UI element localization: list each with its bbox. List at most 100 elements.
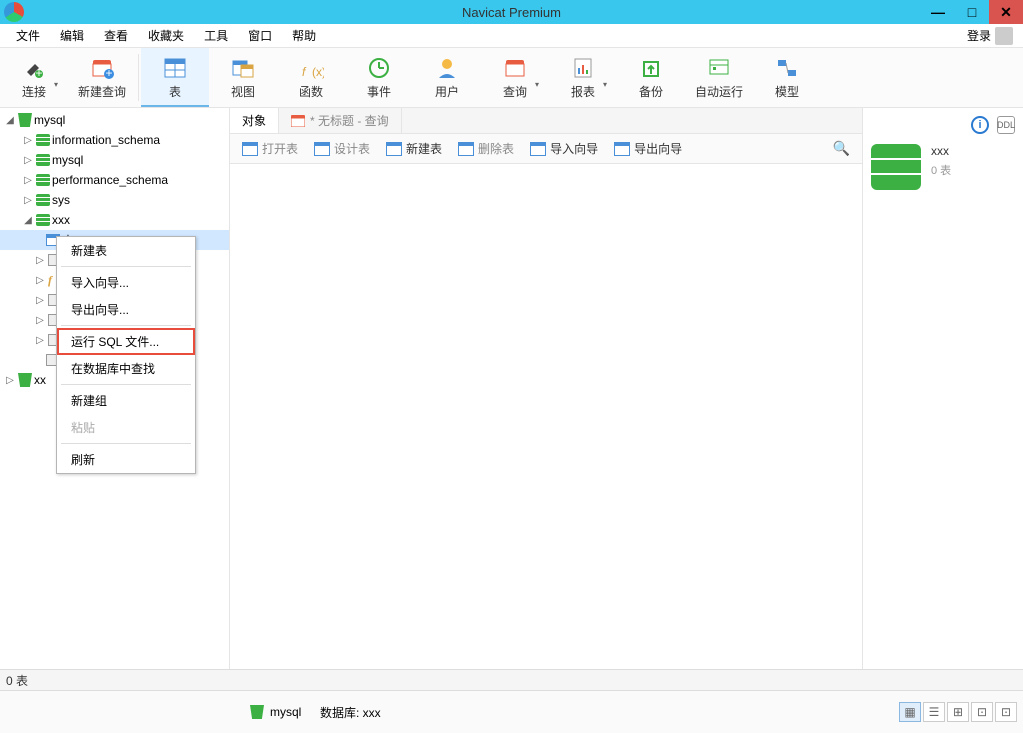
toolbar-model[interactable]: 模型 (753, 48, 821, 107)
close-button[interactable]: ✕ (989, 0, 1023, 24)
ctx-import-wizard[interactable]: 导入向导... (57, 269, 195, 296)
model-icon (774, 56, 800, 80)
minimize-button[interactable]: — (921, 0, 955, 24)
obj-export-wizard[interactable]: 导出向导 (608, 138, 688, 159)
tab-objects[interactable]: 对象 (230, 108, 279, 133)
tree-label: mysql (52, 153, 83, 167)
calendar-plus-icon: + (89, 56, 115, 80)
ctx-refresh[interactable]: 刷新 (57, 446, 195, 473)
ctx-run-sql-file[interactable]: 运行 SQL 文件... (57, 328, 195, 355)
toolbar-connect-label: 连接 (22, 83, 46, 100)
app-icon (4, 2, 24, 22)
connection-tree: ◢mysql ▷information_schema ▷mysql ▷perfo… (0, 108, 230, 669)
ctx-export-wizard[interactable]: 导出向导... (57, 296, 195, 323)
obj-new-table[interactable]: 新建表 (380, 138, 448, 159)
menu-tools[interactable]: 工具 (194, 24, 238, 47)
tree-db-information-schema[interactable]: ▷information_schema (0, 130, 229, 150)
login-label: 登录 (967, 27, 991, 44)
tree-db-mysql[interactable]: ▷mysql (0, 150, 229, 170)
menu-bar: 文件 编辑 查看 收藏夹 工具 窗口 帮助 登录 (0, 24, 1023, 48)
status-bar-main: mysql 数据库: xxx ▦ ☰ ⊞ ⊡ ⊡ (0, 691, 1023, 733)
view-detail-button[interactable]: ⊞ (947, 702, 969, 722)
report-icon (570, 56, 596, 80)
tree-label: performance_schema (52, 173, 168, 187)
table-icon (242, 142, 258, 156)
tab-untitled-query[interactable]: * 无标题 - 查询 (279, 108, 402, 133)
ctx-find-in-db[interactable]: 在数据库中查找 (57, 355, 195, 382)
tree-conn-mysql[interactable]: ◢mysql (0, 110, 229, 130)
toolbar-user[interactable]: 用户 (413, 48, 481, 107)
toolbar-autorun-label: 自动运行 (695, 83, 743, 100)
login-area[interactable]: 登录 (967, 27, 1017, 45)
obj-design-table[interactable]: 设计表 (308, 138, 376, 159)
search-icon[interactable]: 🔍 (833, 140, 856, 157)
toolbar-query[interactable]: ▾ 查询 (481, 48, 549, 107)
center-panel: 对象 * 无标题 - 查询 打开表 设计表 新建表 删除表 导入向导 导出向导 … (230, 108, 863, 669)
connection-icon (250, 705, 264, 719)
tree-db-xxx[interactable]: ◢xxx (0, 210, 229, 230)
svg-text:f: f (302, 65, 307, 79)
maximize-button[interactable]: □ (955, 0, 989, 24)
database-icon (36, 154, 50, 166)
tree-label: xxx (52, 213, 70, 227)
toolbar-backup[interactable]: 备份 (617, 48, 685, 107)
toolbar-function[interactable]: f(x) 函数 (277, 48, 345, 107)
ctx-new-table[interactable]: 新建表 (57, 237, 195, 264)
obj-import-wizard[interactable]: 导入向导 (524, 138, 604, 159)
plug-icon: + (21, 56, 47, 80)
autorun-icon (706, 56, 732, 80)
database-icon (36, 174, 50, 186)
toolbar-newquery[interactable]: + 新建查询 (68, 48, 136, 107)
toolbar-connect[interactable]: + ▾ 连接 (0, 48, 68, 107)
table-plus-icon (386, 142, 402, 156)
info-table-count: 0 表 (931, 162, 951, 178)
ddl-button[interactable]: DDL (997, 116, 1015, 134)
obj-label: 打开表 (262, 140, 298, 157)
obj-label: 新建表 (406, 140, 442, 157)
ctx-separator (61, 384, 191, 385)
menu-favorites[interactable]: 收藏夹 (138, 24, 194, 47)
view-icon (230, 56, 256, 80)
connection-icon (18, 373, 32, 387)
view-er-button[interactable]: ⊡ (971, 702, 993, 722)
info-panel: i DDL xxx 0 表 (863, 108, 1023, 669)
info-icon[interactable]: i (971, 116, 989, 134)
function-icon: f(x) (298, 56, 324, 80)
tab-label: * 无标题 - 查询 (310, 112, 389, 129)
ctx-separator (61, 266, 191, 267)
toolbar-autorun[interactable]: 自动运行 (685, 48, 753, 107)
toolbar-report[interactable]: ▾ 报表 (549, 48, 617, 107)
object-list[interactable] (230, 164, 862, 669)
toolbar-event-label: 事件 (367, 83, 391, 100)
view-grid-button[interactable]: ▦ (899, 702, 921, 722)
menu-help[interactable]: 帮助 (282, 24, 326, 47)
ctx-new-group[interactable]: 新建组 (57, 387, 195, 414)
svg-text:+: + (35, 66, 42, 80)
status-count-text: 0 表 (6, 672, 28, 689)
toolbar-view[interactable]: 视图 (209, 48, 277, 107)
import-icon (530, 142, 546, 156)
menu-window[interactable]: 窗口 (238, 24, 282, 47)
status-conn-name: mysql (270, 705, 301, 719)
obj-delete-table[interactable]: 删除表 (452, 138, 520, 159)
view-list-button[interactable]: ☰ (923, 702, 945, 722)
obj-label: 导入向导 (550, 140, 598, 157)
obj-open-table[interactable]: 打开表 (236, 138, 304, 159)
toolbar-table-label: 表 (169, 83, 181, 100)
menu-file[interactable]: 文件 (6, 24, 50, 47)
database-large-icon (871, 144, 921, 190)
tree-db-performance-schema[interactable]: ▷performance_schema (0, 170, 229, 190)
menu-edit[interactable]: 编辑 (50, 24, 94, 47)
toolbar-report-label: 报表 (571, 83, 595, 100)
main-toolbar: + ▾ 连接 + 新建查询 表 视图 f(x) 函数 事件 用户 ▾ 查询 ▾ … (0, 48, 1023, 108)
toolbar-query-label: 查询 (503, 83, 527, 100)
tree-db-sys[interactable]: ▷sys (0, 190, 229, 210)
obj-label: 删除表 (478, 140, 514, 157)
toolbar-newquery-label: 新建查询 (78, 83, 126, 100)
menu-view[interactable]: 查看 (94, 24, 138, 47)
tree-label: mysql (34, 113, 65, 127)
tab-bar: 对象 * 无标题 - 查询 (230, 108, 862, 134)
toolbar-table[interactable]: 表 (141, 48, 209, 107)
view-more-button[interactable]: ⊡ (995, 702, 1017, 722)
toolbar-event[interactable]: 事件 (345, 48, 413, 107)
